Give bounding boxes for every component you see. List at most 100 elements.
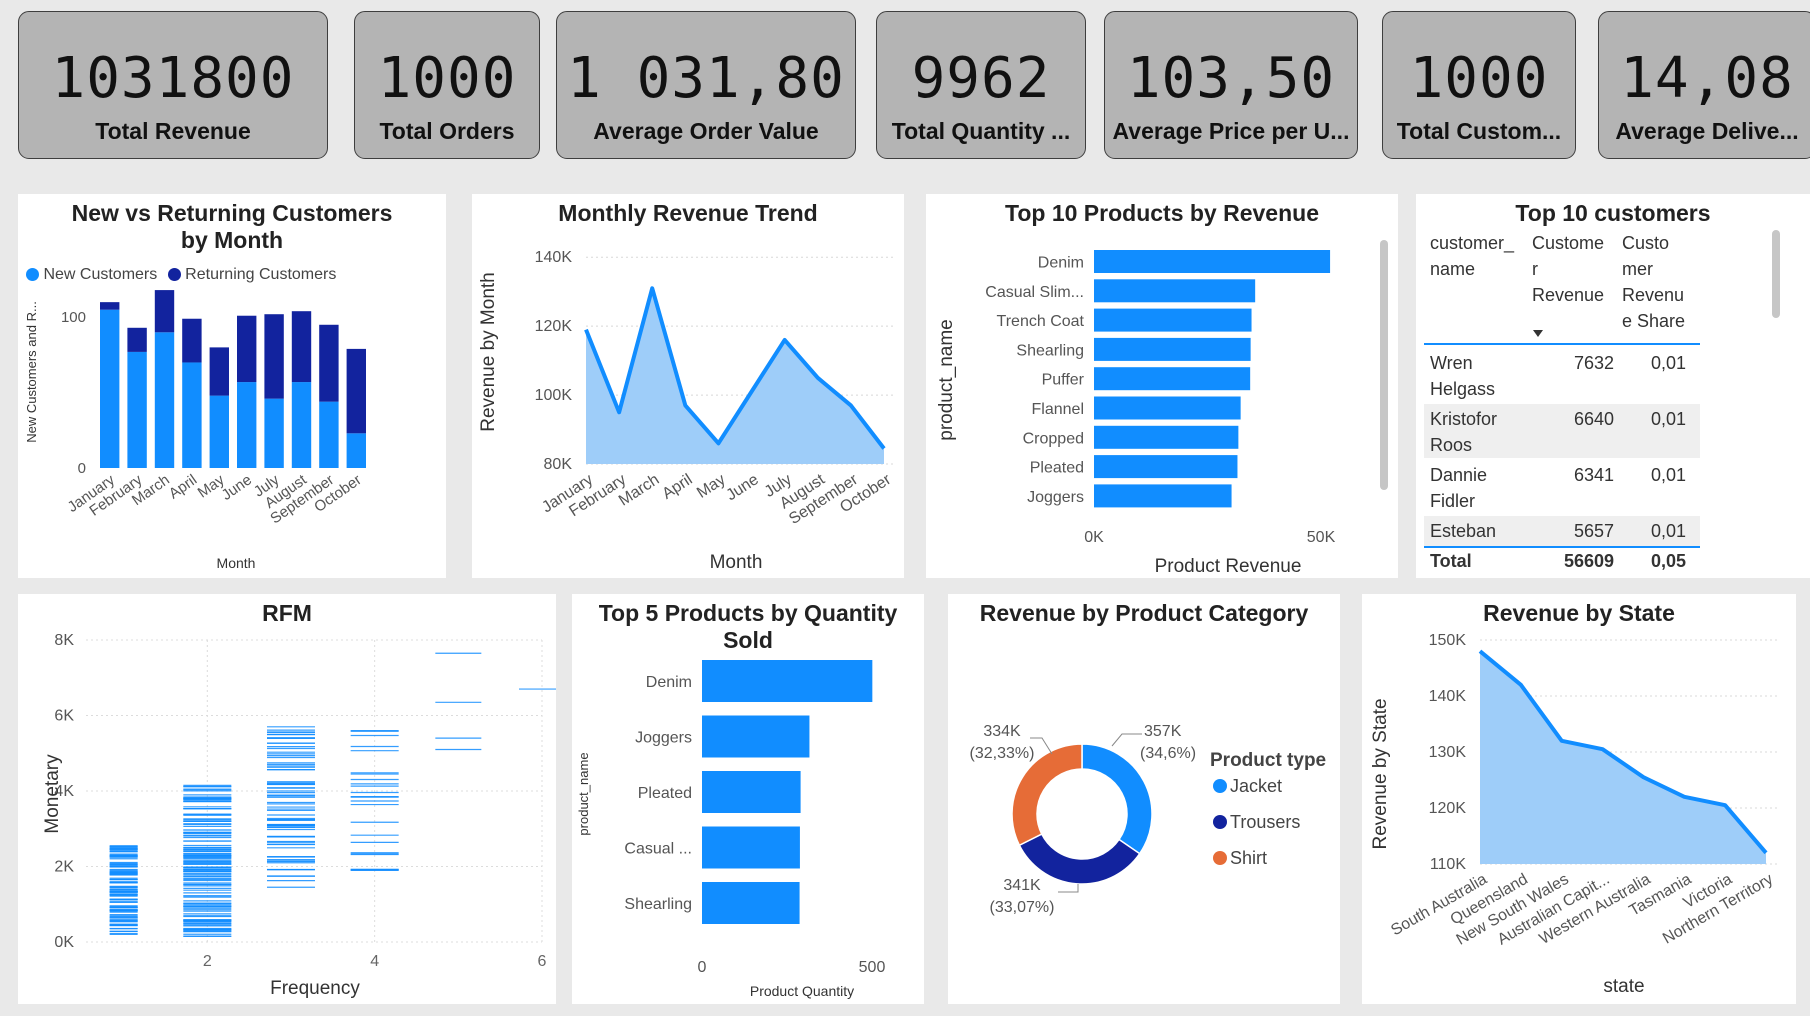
y-tick-label: 2K xyxy=(54,859,74,876)
kpi-value: 1031800 xyxy=(51,46,295,111)
x-tick-label: 2 xyxy=(203,953,212,970)
column-header: customer_ name xyxy=(1430,233,1515,279)
cell-customer-revenue: 6341 xyxy=(1573,465,1614,485)
kpi-label: Average Delive... xyxy=(1615,118,1799,144)
legend-dot-jacket xyxy=(1213,779,1227,793)
sort-arrow-icon[interactable] xyxy=(1533,330,1543,337)
kpi-card-total-orders[interactable]: 1000 Total Orders xyxy=(354,11,540,159)
bar-casual-slim- xyxy=(1094,279,1256,303)
kpi-card-total-customers[interactable]: 1000 Total Custom... xyxy=(1382,11,1576,159)
kpi-label: Total Revenue xyxy=(95,118,251,144)
bar-pleated xyxy=(702,771,801,813)
bar-new-july xyxy=(264,398,284,468)
scrollbar[interactable] xyxy=(1380,240,1388,490)
kpi-value: 14,08 xyxy=(1620,46,1794,111)
legend-label-shirt: Shirt xyxy=(1230,848,1267,868)
bar-casual- xyxy=(702,826,800,869)
panel-top5-products[interactable]: Top 5 Products by Quantity Sold Denim Jog… xyxy=(572,594,924,1004)
panel-rfm[interactable]: RFM 0K 2K 4K 6K 8K 2 4 6 Frequency Monetary xyxy=(18,594,556,1004)
y-tick-label: 100 xyxy=(61,309,86,326)
bar-pleated xyxy=(1094,455,1238,479)
y-tick-label: 100K xyxy=(535,387,573,404)
y-tick-label: 130K xyxy=(1429,744,1467,761)
x-axis-title: Month xyxy=(217,555,256,571)
chart-top10-products: Denim Casual Slim... Trench Coat Shearling P… xyxy=(936,250,1336,577)
y-tick-label: Pleated xyxy=(1030,460,1084,477)
panel-revenue-by-category[interactable]: Revenue by Product Category 357K (34,6%) 3… xyxy=(948,594,1340,1004)
x-tick-label: 0K xyxy=(1084,529,1104,546)
kpi-card-average-delivery[interactable]: 14,08 Average Delive... xyxy=(1598,11,1810,159)
kpi-card-total-quantity[interactable]: 9962 Total Quantity ... xyxy=(876,11,1086,159)
y-tick-label: Denim xyxy=(646,674,692,691)
bar-new-may xyxy=(209,395,229,468)
x-tick-label: 500 xyxy=(859,959,886,976)
customers-table: customer_ name Custome r Revenue Custo mer… xyxy=(1416,194,1810,578)
bar-joggers xyxy=(702,715,810,758)
bar-new-march xyxy=(154,332,175,468)
y-tick-label: Casual Slim... xyxy=(985,284,1084,301)
bar-returning-october xyxy=(346,348,366,434)
y-axis-title: product_name xyxy=(936,319,957,440)
y-tick-label: 150K xyxy=(1429,632,1467,649)
x-tick-label: 4 xyxy=(370,953,379,970)
legend-title: Product type xyxy=(1210,750,1326,771)
y-axis-title: product_name xyxy=(576,752,591,835)
bar-new-february xyxy=(127,351,147,468)
cell-revenue-share: 0,01 xyxy=(1650,409,1686,429)
kpi-card-total-revenue[interactable]: 1031800 Total Revenue xyxy=(18,11,328,159)
x-axis-title: Frequency xyxy=(270,978,360,999)
cell-customer-name: Kristofor Roos xyxy=(1430,409,1498,455)
kpi-card-average-order-value[interactable]: 1 031,80 Average Order Value xyxy=(556,11,856,159)
legend-label-jacket: Jacket xyxy=(1230,776,1282,796)
kpi-label: Total Orders xyxy=(379,118,515,144)
cell-revenue-share: 0,01 xyxy=(1650,353,1686,373)
y-tick-label: Trench Coat xyxy=(997,313,1085,330)
bar-new-january xyxy=(100,309,120,468)
area-fill xyxy=(1480,651,1766,864)
panel-new-vs-returning[interactable]: New vs Returning Customers by Month New … xyxy=(18,194,446,578)
panel-monthly-revenue[interactable]: Monthly Revenue Trend 80K 100K 120K 140K Jan… xyxy=(472,194,904,578)
y-tick-label: 6K xyxy=(54,708,74,725)
total-revenue: 56609 xyxy=(1563,551,1614,571)
cell-customer-revenue: 5657 xyxy=(1573,521,1614,541)
bar-cropped xyxy=(1094,425,1239,449)
y-tick-label: 80K xyxy=(544,456,573,473)
x-tick-label: 0 xyxy=(698,959,707,976)
legend-label-trousers: Trousers xyxy=(1230,812,1300,832)
chart-rfm: 0K2K4K6K8K2 4 6FrequencyMonetary xyxy=(42,632,556,999)
y-tick-label: Joggers xyxy=(1027,489,1084,506)
x-axis-title: Product Quantity xyxy=(750,983,854,999)
x-tick-label: 50K xyxy=(1307,529,1336,546)
legend-dot-shirt xyxy=(1213,851,1227,865)
x-tick-label: 6 xyxy=(538,953,547,970)
bar-returning-march xyxy=(154,290,175,333)
bar-flannel xyxy=(1094,396,1241,420)
kpi-card-average-price-per-unit[interactable]: 103,50 Average Price per U... xyxy=(1104,11,1358,159)
bar-returning-july xyxy=(264,314,284,399)
cell-customer-name: Dannie Fidler xyxy=(1430,465,1488,511)
data-label-value: 334K xyxy=(983,723,1021,740)
chart-top5-products: Denim Joggers Pleated Casual ... Shearling 0 5… xyxy=(576,660,886,999)
y-tick-label: 110K xyxy=(1430,856,1467,873)
cell-customer-name: Wren Helgass xyxy=(1430,353,1496,399)
x-tick-label: April xyxy=(659,471,695,503)
y-axis-title: Revenue by State xyxy=(1370,698,1391,849)
kpi-value: 1 031,80 xyxy=(567,46,845,111)
bar-trench-coat xyxy=(1094,308,1252,332)
total-share: 0,05 xyxy=(1650,551,1686,571)
y-tick-label: 120K xyxy=(535,318,573,335)
y-tick-label: Casual ... xyxy=(624,841,692,858)
bar-puffer xyxy=(1094,367,1251,391)
bar-shearling xyxy=(1094,337,1251,361)
y-tick-label: Flannel xyxy=(1032,401,1084,418)
panel-revenue-by-state[interactable]: Revenue by State 110K 120K 130K 140K 150K Sou… xyxy=(1362,594,1796,1004)
kpi-value: 103,50 xyxy=(1126,46,1336,111)
panel-top10-customers[interactable]: Top 10 customers customer_ name Custome r… xyxy=(1416,194,1810,578)
panel-top10-products[interactable]: Top 10 Products by Revenue Denim Casual S… xyxy=(926,194,1398,578)
scrollbar[interactable] xyxy=(1772,230,1780,318)
data-label-pct: (33,07%) xyxy=(990,899,1055,916)
kpi-label: Average Order Value xyxy=(593,118,819,144)
y-tick-label: Joggers xyxy=(635,730,692,747)
kpi-value: 9962 xyxy=(911,46,1051,111)
y-axis-title: Revenue by Month xyxy=(478,272,499,432)
